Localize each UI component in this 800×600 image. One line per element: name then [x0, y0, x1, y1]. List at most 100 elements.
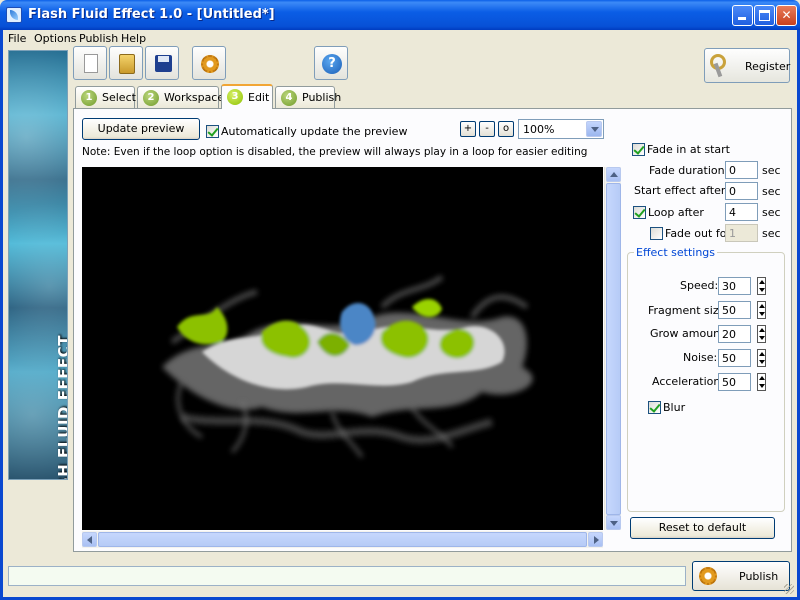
- speed-label: Speed:: [680, 279, 719, 292]
- tab-label: Select: [102, 91, 136, 104]
- zoom-select[interactable]: 100%: [518, 119, 604, 139]
- settings-button[interactable]: [192, 46, 226, 80]
- status-bar: [8, 566, 686, 586]
- preview-vertical-scrollbar[interactable]: [604, 167, 621, 530]
- step-number-badge: 1: [81, 90, 97, 106]
- loop-after-input[interactable]: 4: [725, 203, 758, 221]
- start-after-label: Start effect after: [634, 184, 726, 197]
- zoom-reset-button[interactable]: o: [498, 121, 514, 137]
- title-bar: Flash Fluid Effect 1.0 - [Untitled*] ✕: [0, 0, 800, 30]
- preview-canvas[interactable]: [82, 167, 603, 530]
- scroll-right-icon[interactable]: [588, 532, 603, 547]
- fade-in-label: Fade in at start: [647, 143, 730, 156]
- fade-duration-input[interactable]: 0: [725, 161, 758, 179]
- menu-publish[interactable]: Publish: [79, 32, 118, 45]
- tab-edit[interactable]: 3 Edit: [221, 84, 273, 109]
- help-button[interactable]: ?: [314, 46, 348, 80]
- horizontal-scroll-thumb[interactable]: [98, 532, 587, 547]
- fragment-size-spinner[interactable]: [757, 301, 766, 319]
- acceleration-spinner[interactable]: [757, 373, 766, 391]
- tab-workspace[interactable]: 2 Workspace: [137, 86, 224, 108]
- update-preview-button[interactable]: Update preview: [82, 118, 200, 140]
- fade-out-label: Fade out for: [665, 227, 731, 240]
- step-number-badge: 4: [281, 90, 297, 106]
- menu-file[interactable]: File: [8, 32, 26, 45]
- start-after-input[interactable]: 0: [725, 182, 758, 200]
- tab-publish[interactable]: 4 Publish: [275, 86, 341, 108]
- speed-spinner[interactable]: [757, 277, 766, 295]
- acceleration-label: Acceleration:: [652, 375, 725, 388]
- speed-input[interactable]: 30: [718, 277, 751, 295]
- open-button[interactable]: [109, 46, 143, 80]
- publish-label: Publish: [739, 570, 779, 583]
- maximize-button[interactable]: [754, 5, 775, 26]
- maximize-icon: [759, 10, 770, 21]
- fragment-size-input[interactable]: 50: [718, 301, 751, 319]
- grow-amount-input[interactable]: 20: [718, 325, 751, 343]
- loop-after-label: Loop after: [648, 206, 704, 219]
- gear-icon: [699, 567, 717, 585]
- save-button[interactable]: [145, 46, 179, 80]
- publish-button[interactable]: Publish: [692, 561, 790, 591]
- zoom-in-button[interactable]: +: [460, 121, 476, 137]
- vertical-scroll-thumb[interactable]: [606, 183, 621, 515]
- scroll-left-icon[interactable]: [82, 532, 97, 547]
- grow-amount-label: Grow amount:: [650, 327, 729, 340]
- blur-checkbox[interactable]: [648, 401, 661, 414]
- save-disk-icon: [155, 55, 172, 72]
- close-button[interactable]: ✕: [776, 5, 797, 26]
- register-label: Register: [745, 60, 791, 73]
- open-folder-icon: [119, 54, 135, 74]
- help-icon: ?: [322, 54, 342, 74]
- tab-select[interactable]: 1 Select: [75, 86, 136, 108]
- chevron-down-icon[interactable]: [586, 121, 602, 137]
- loop-note: Note: Even if the loop option is disable…: [82, 146, 588, 158]
- fluid-effect-preview: [162, 274, 533, 459]
- auto-update-checkbox[interactable]: [206, 125, 219, 138]
- new-button[interactable]: [73, 46, 107, 80]
- reset-to-default-button[interactable]: Reset to default: [630, 517, 775, 539]
- unit-label: sec: [762, 164, 781, 177]
- tab-label: Edit: [248, 91, 270, 104]
- tab-label: Publish: [302, 91, 342, 104]
- unit-label: sec: [762, 227, 781, 240]
- acceleration-input[interactable]: 50: [718, 373, 751, 391]
- gear-icon: [201, 55, 219, 73]
- window-title: Flash Fluid Effect 1.0 - [Untitled*]: [28, 7, 275, 22]
- zoom-out-button[interactable]: -: [479, 121, 495, 137]
- resize-grip[interactable]: [784, 584, 794, 594]
- zoom-value: 100%: [523, 123, 555, 136]
- scroll-down-icon[interactable]: [606, 515, 621, 530]
- scroll-up-icon[interactable]: [606, 167, 621, 182]
- loop-after-checkbox[interactable]: [633, 206, 646, 219]
- fragment-size-label: Fragment size:: [648, 304, 730, 317]
- blur-label: Blur: [663, 401, 686, 414]
- unit-label: sec: [762, 185, 781, 198]
- fade-out-input[interactable]: 1: [725, 224, 758, 242]
- register-button[interactable]: Register: [704, 48, 790, 83]
- minimize-button[interactable]: [732, 5, 753, 26]
- fade-duration-label: Fade duration: [649, 164, 725, 177]
- product-banner: FLASH FLUID EFFECT: [8, 50, 68, 480]
- app-icon[interactable]: [6, 7, 22, 23]
- fade-in-checkbox[interactable]: [632, 143, 645, 156]
- noise-label: Noise:: [683, 351, 718, 364]
- grow-amount-spinner[interactable]: [757, 325, 766, 343]
- close-icon: ✕: [781, 8, 792, 22]
- minimize-icon: [738, 17, 746, 20]
- menu-options[interactable]: Options: [34, 32, 76, 45]
- preview-horizontal-scrollbar[interactable]: [82, 531, 603, 548]
- menu-help[interactable]: Help: [121, 32, 146, 45]
- noise-spinner[interactable]: [757, 349, 766, 367]
- new-document-icon: [84, 54, 98, 73]
- step-number-badge: 3: [227, 89, 243, 105]
- effect-settings-title: Effect settings: [634, 246, 718, 259]
- keys-icon: [710, 54, 732, 78]
- tab-label: Workspace: [164, 91, 225, 104]
- unit-label: sec: [762, 206, 781, 219]
- step-number-badge: 2: [143, 90, 159, 106]
- auto-update-label: Automatically update the preview: [221, 125, 408, 138]
- noise-input[interactable]: 50: [718, 349, 751, 367]
- banner-title: FLASH FLUID EFFECT: [55, 335, 68, 479]
- fade-out-checkbox[interactable]: [650, 227, 663, 240]
